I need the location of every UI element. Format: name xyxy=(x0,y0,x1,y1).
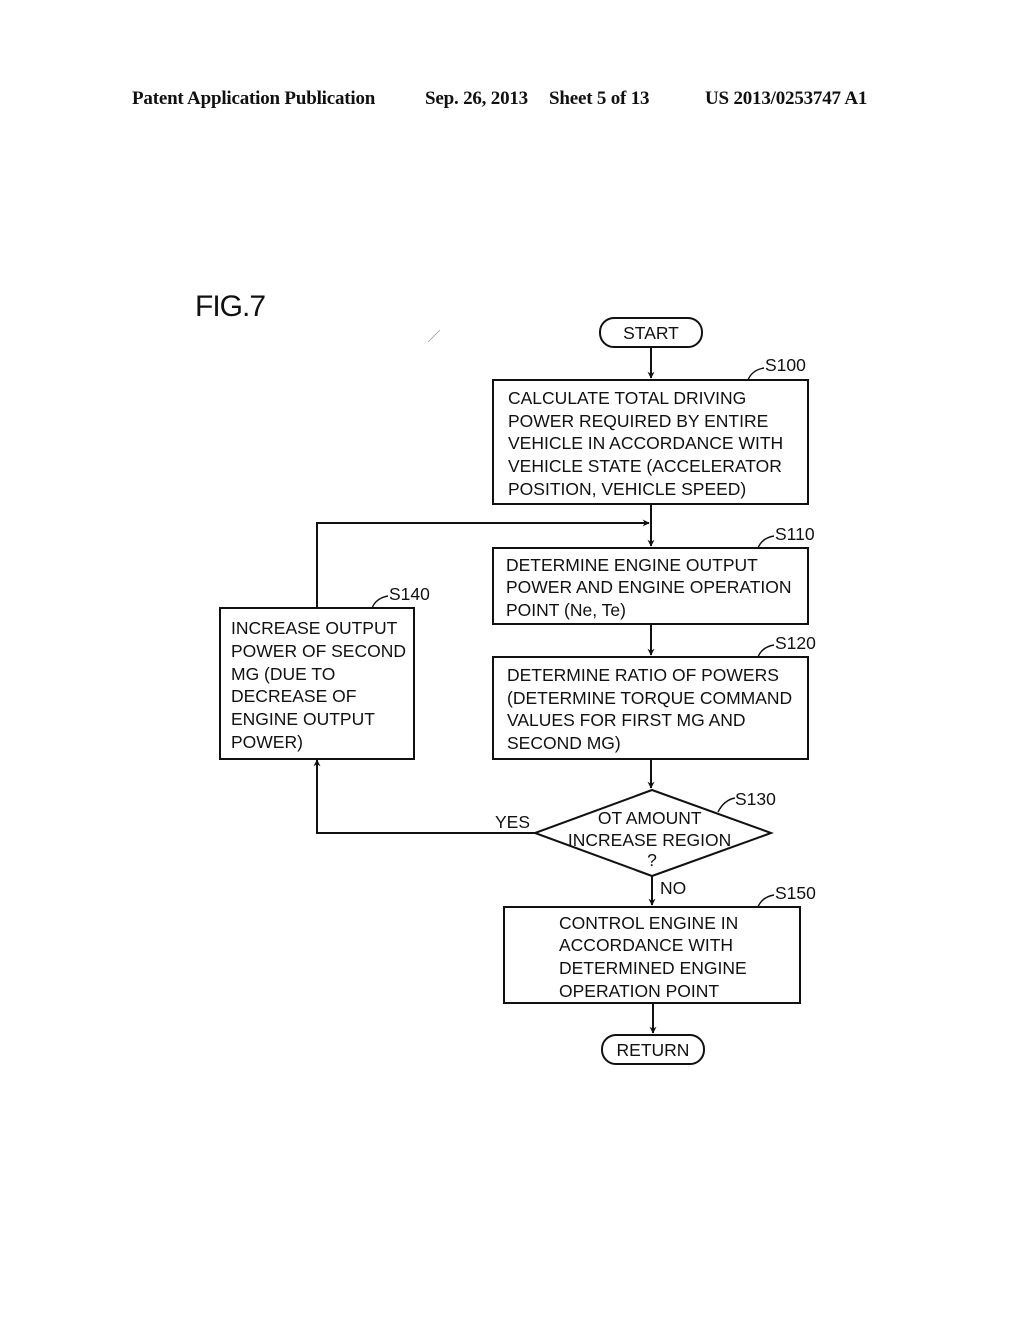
branch-yes-label: YES xyxy=(495,812,530,832)
step-s120-leader xyxy=(757,644,775,658)
step-s140-leader xyxy=(371,595,389,609)
step-s110-id: S110 xyxy=(775,524,815,544)
flowchart: START CALCULATE TOTAL DRIVING POWER REQU… xyxy=(219,317,816,1065)
step-s150-leader xyxy=(757,894,775,908)
start-terminal: START xyxy=(599,317,703,348)
step-s110-leader xyxy=(757,535,775,549)
step-s150: CONTROL ENGINE IN ACCORDANCE WITH DETERM… xyxy=(503,883,816,1004)
branch-no-label: NO xyxy=(660,878,686,898)
step-s140-id: S140 xyxy=(389,584,430,604)
step-s120: DETERMINE RATIO OF POWERS (DETERMINE TOR… xyxy=(492,633,816,760)
step-s100-leader xyxy=(747,367,765,381)
step-s150-id: S150 xyxy=(775,883,816,903)
decision-s130-id: S130 xyxy=(735,789,776,809)
scan-artifact xyxy=(427,329,441,343)
decision-s130-leader xyxy=(717,797,736,813)
step-s100-text: CALCULATE TOTAL DRIVING POWER REQUIRED B… xyxy=(508,388,788,499)
step-s100-id: S100 xyxy=(765,355,806,375)
step-s120-id: S120 xyxy=(775,633,816,653)
return-terminal: RETURN xyxy=(601,1034,705,1065)
decision-s130: OT AMOUNT INCREASE REGION ? S130 xyxy=(532,788,776,878)
step-s140: INCREASE OUTPUT POWER OF SECOND MG (DUE … xyxy=(219,584,430,760)
step-s110: DETERMINE ENGINE OUTPUT POWER AND ENGINE… xyxy=(492,524,815,625)
start-label: START xyxy=(623,323,679,343)
return-label: RETURN xyxy=(617,1040,690,1060)
